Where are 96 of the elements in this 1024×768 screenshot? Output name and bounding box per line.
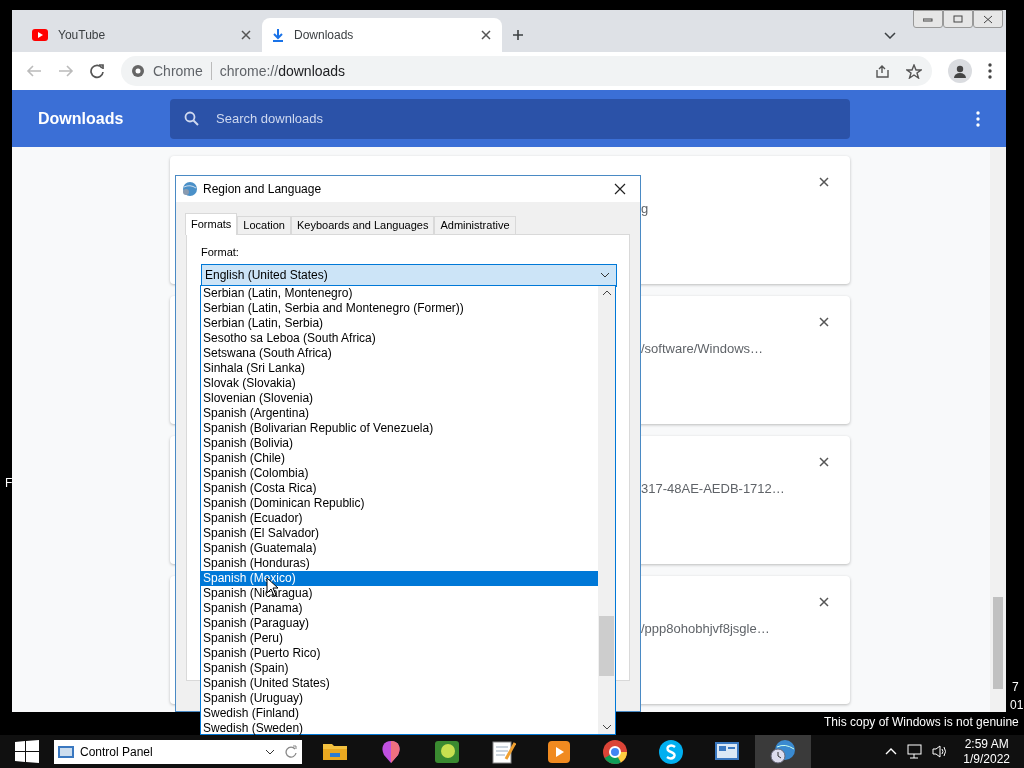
page-title: Downloads: [38, 108, 125, 129]
media-player-icon: [546, 738, 572, 765]
scrollbar-thumb[interactable]: [599, 616, 614, 676]
restore-icon: [953, 14, 963, 24]
play-logo-icon: [32, 28, 48, 42]
list-item[interactable]: Spanish (Paraguay): [201, 616, 598, 631]
file-url[interactable]: g: [641, 199, 649, 219]
volume-icon[interactable]: [932, 744, 948, 759]
globe-icon: [181, 181, 199, 197]
address-toolbar[interactable]: Control Panel: [54, 739, 302, 764]
window-close-button[interactable]: [973, 10, 1003, 28]
list-item[interactable]: Spanish (Peru): [201, 631, 598, 646]
network-icon[interactable]: [907, 744, 923, 759]
list-item[interactable]: Sinhala (Sri Lanka): [201, 361, 598, 376]
list-item[interactable]: Spanish (Panama): [201, 601, 598, 616]
scrollbar[interactable]: [990, 147, 1006, 712]
list-item[interactable]: Spanish (Uruguay): [201, 691, 598, 706]
close-icon[interactable]: [818, 316, 830, 328]
taskbar-app[interactable]: [755, 735, 811, 768]
desktop-text: F: [5, 475, 13, 492]
list-item[interactable]: Spanish (Mexico): [201, 571, 598, 586]
list-item[interactable]: Spanish (Dominican Republic): [201, 496, 598, 511]
tab-title: Downloads: [294, 27, 355, 44]
close-icon[interactable]: [480, 29, 492, 41]
list-item[interactable]: Swedish (Sweden): [201, 721, 598, 736]
new-tab-icon[interactable]: [512, 29, 524, 41]
menu-icon[interactable]: [988, 63, 992, 79]
activation-notice: This copy of Windows is not genuine: [824, 714, 1019, 731]
share-icon[interactable]: [875, 63, 890, 79]
url-text: chrome://downloads: [219, 61, 347, 81]
format-dropdown[interactable]: English (United States): [201, 263, 617, 287]
list-item[interactable]: Spanish (El Salvador): [201, 526, 598, 541]
tab-title: YouTube: [58, 27, 107, 44]
list-item[interactable]: Spanish (Colombia): [201, 466, 598, 481]
list-item[interactable]: Spanish (Spain): [201, 661, 598, 676]
refresh-icon[interactable]: [285, 745, 298, 758]
game-icon: [434, 738, 460, 765]
list-item[interactable]: Swedish (Finland): [201, 706, 598, 721]
dialog-tab[interactable]: Formats: [185, 213, 238, 235]
search-icon: [184, 110, 199, 126]
control-panel-icon: [58, 744, 74, 759]
file-url[interactable]: /software/Windows…: [641, 339, 764, 359]
list-item[interactable]: Slovenian (Slovenia): [201, 391, 598, 406]
list-item[interactable]: Spanish (Puerto Rico): [201, 646, 598, 661]
chevron-up-icon[interactable]: [885, 747, 898, 756]
close-icon: [983, 14, 993, 24]
list-item[interactable]: Serbian (Latin, Serbia and Montenegro (Former)): [201, 301, 598, 316]
list-item[interactable]: Spanish (Guatemala): [201, 541, 598, 556]
scroll-up-icon[interactable]: [602, 289, 612, 297]
caret-icon[interactable]: [884, 32, 896, 39]
scrollbar-thumb[interactable]: [993, 597, 1003, 689]
windows-logo-icon: [15, 740, 39, 763]
browser-tab[interactable]: YouTube: [22, 18, 262, 52]
close-icon[interactable]: [818, 176, 830, 188]
scroll-down-icon[interactable]: [602, 723, 612, 731]
list-item[interactable]: Spanish (Costa Rica): [201, 481, 598, 496]
close-icon[interactable]: [818, 456, 830, 468]
dialog-title: Region and Language: [203, 181, 323, 198]
desktop-text: 7: [1012, 679, 1019, 696]
more-icon[interactable]: [976, 110, 980, 127]
profile-icon[interactable]: [953, 64, 967, 78]
reload-icon[interactable]: [90, 63, 105, 79]
file-url[interactable]: /ppp8ohobhjvf8jsgle…: [641, 619, 770, 639]
list-item[interactable]: Serbian (Latin, Serbia): [201, 316, 598, 331]
browser-tab[interactable]: Downloads: [262, 18, 502, 52]
list-item[interactable]: Spanish (Bolivarian Republic of Venezuela): [201, 421, 598, 436]
chrome-logo-icon: [131, 64, 145, 78]
star-icon[interactable]: [906, 63, 922, 79]
list-item[interactable]: Spanish (United States): [201, 676, 598, 691]
list-item[interactable]: Sesotho sa Leboa (South Africa): [201, 331, 598, 346]
list-scrollbar[interactable]: [598, 286, 615, 734]
list-item[interactable]: Spanish (Argentina): [201, 406, 598, 421]
chrome-logo-icon: [602, 738, 628, 765]
desktop-text: 01: [1010, 697, 1024, 714]
list-item[interactable]: Spanish (Ecuador): [201, 511, 598, 526]
list-item[interactable]: Spanish (Honduras): [201, 556, 598, 571]
list-item[interactable]: Slovak (Slovakia): [201, 376, 598, 391]
close-icon[interactable]: [818, 596, 830, 608]
clock[interactable]: 2:59 AM 1/9/2022: [957, 736, 1016, 767]
skype-logo-icon: [658, 738, 684, 765]
list-item[interactable]: Serbian (Latin, Montenegro): [201, 286, 598, 301]
search-field[interactable]: Search downloads: [170, 98, 850, 139]
file-url[interactable]: 317-48AE-AEDB-1712…: [641, 479, 785, 499]
notepad-icon: [490, 738, 516, 765]
close-icon[interactable]: [614, 183, 626, 195]
list-item[interactable]: Setswana (South Africa): [201, 346, 598, 361]
globe-clock-icon: [770, 738, 796, 765]
address-bar[interactable]: Chrome chrome://downloads: [121, 56, 932, 86]
list-item[interactable]: Spanish (Chile): [201, 451, 598, 466]
caret-icon: [600, 272, 610, 278]
download-icon: [272, 28, 284, 42]
site-label: Chrome: [153, 61, 203, 81]
caret-icon[interactable]: [265, 748, 275, 755]
list-item[interactable]: Spanish (Bolivia): [201, 436, 598, 451]
format-label: Format:: [201, 245, 240, 260]
list-item[interactable]: Spanish (Nicaragua): [201, 586, 598, 601]
